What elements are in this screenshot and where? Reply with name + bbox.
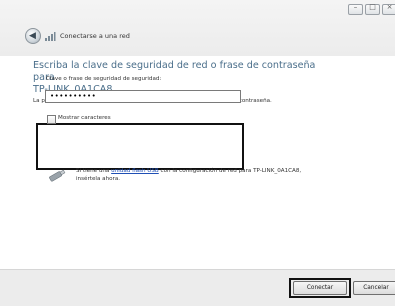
usb-text-after: con la configuración de red para TP-LINK… — [158, 168, 302, 174]
close-button[interactable]: × — [382, 3, 395, 15]
usb-flash-link[interactable]: unidad flash USB — [111, 168, 159, 174]
back-arrow-icon: ◀ — [29, 31, 36, 41]
title-bar: ◀ Conectarse a una red – □ × — [0, 0, 395, 56]
minimize-icon: – — [353, 3, 358, 11]
show-characters-label[interactable]: Mostrar caracteres — [58, 115, 111, 121]
security-key-label: Clave o frase de seguridad de seguridad: — [46, 76, 162, 82]
usb-hint-text: Si tiene una unidad flash USB con la con… — [76, 167, 376, 183]
close-icon: × — [386, 3, 393, 11]
window-controls: – □ × — [346, 3, 395, 15]
usb-hint-line-1: Si tiene una unidad flash USB con la con… — [76, 167, 376, 175]
cancel-button[interactable]: Cancelar — [353, 281, 395, 295]
maximize-button[interactable]: □ — [365, 3, 380, 15]
back-button[interactable]: ◀ — [25, 28, 41, 44]
security-key-input[interactable]: •••••••••• — [45, 90, 241, 103]
minimize-button[interactable]: – — [348, 3, 363, 15]
show-characters-checkbox[interactable] — [47, 115, 56, 124]
connect-button[interactable]: Conectar — [293, 281, 347, 295]
highlight-frame-key — [36, 123, 244, 170]
usb-hint-line-2: insértela ahora. — [76, 176, 121, 182]
usb-text-before: Si tiene una — [76, 168, 112, 174]
usb-flash-drive-icon — [49, 169, 66, 182]
window-title: Conectarse a una red — [60, 32, 130, 40]
maximize-icon: □ — [369, 3, 376, 11]
wireless-network-icon — [45, 32, 56, 41]
dialog-content: Escriba la clave de seguridad de red o f… — [0, 56, 395, 269]
